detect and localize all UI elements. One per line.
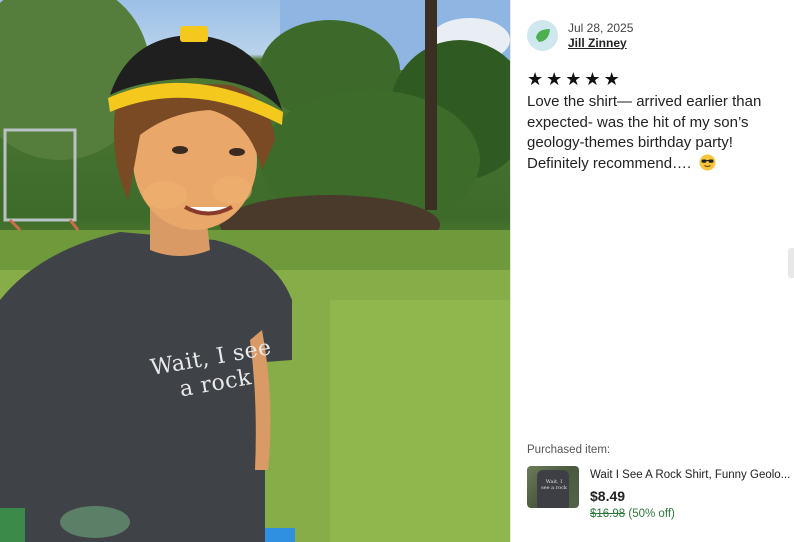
review-photo-image [0,0,510,542]
star-icon: ★ [546,69,563,89]
discount-badge: (50% off) [628,508,675,520]
star-icon: ★ [584,69,601,89]
purchased-item-card[interactable]: Wait, I see a rock Wait I See A Rock Shi… [527,466,794,521]
reviewer-name-link[interactable]: Jill Zinney [568,36,633,51]
original-price: $16.98 [590,508,626,520]
star-rating: ★ ★ ★ ★ ★ [527,70,620,88]
reviewer-header: Jul 28, 2025 Jill Zinney [527,20,633,51]
star-icon: ★ [565,69,582,89]
review-text: Love the shirt— arrived earlier than exp… [527,93,762,172]
avatar[interactable] [527,20,558,51]
review-photo[interactable]: Wait, I see a rock [0,0,510,542]
original-price-row: $16.98 (50% off) [590,507,794,521]
product-title-link[interactable]: Wait I See A Rock Shirt, Funny Geolo... [590,467,794,483]
product-thumbnail[interactable]: Wait, I see a rock [527,466,579,508]
sunglasses-emoji-icon [699,154,716,178]
review-body: Love the shirt— arrived earlier than exp… [527,92,779,177]
review-panel: Jul 28, 2025 Jill Zinney ★ ★ ★ ★ ★ Love … [510,0,794,542]
leaf-icon [535,28,550,42]
next-arrow-icon[interactable] [788,248,794,278]
star-icon: ★ [603,69,620,89]
purchased-item-label: Purchased item: [527,444,611,456]
sale-price: $8.49 [590,488,626,504]
thumbnail-shirt-text: Wait, I see a rock [541,479,567,491]
review-date: Jul 28, 2025 [568,20,634,35]
star-icon: ★ [527,69,544,89]
